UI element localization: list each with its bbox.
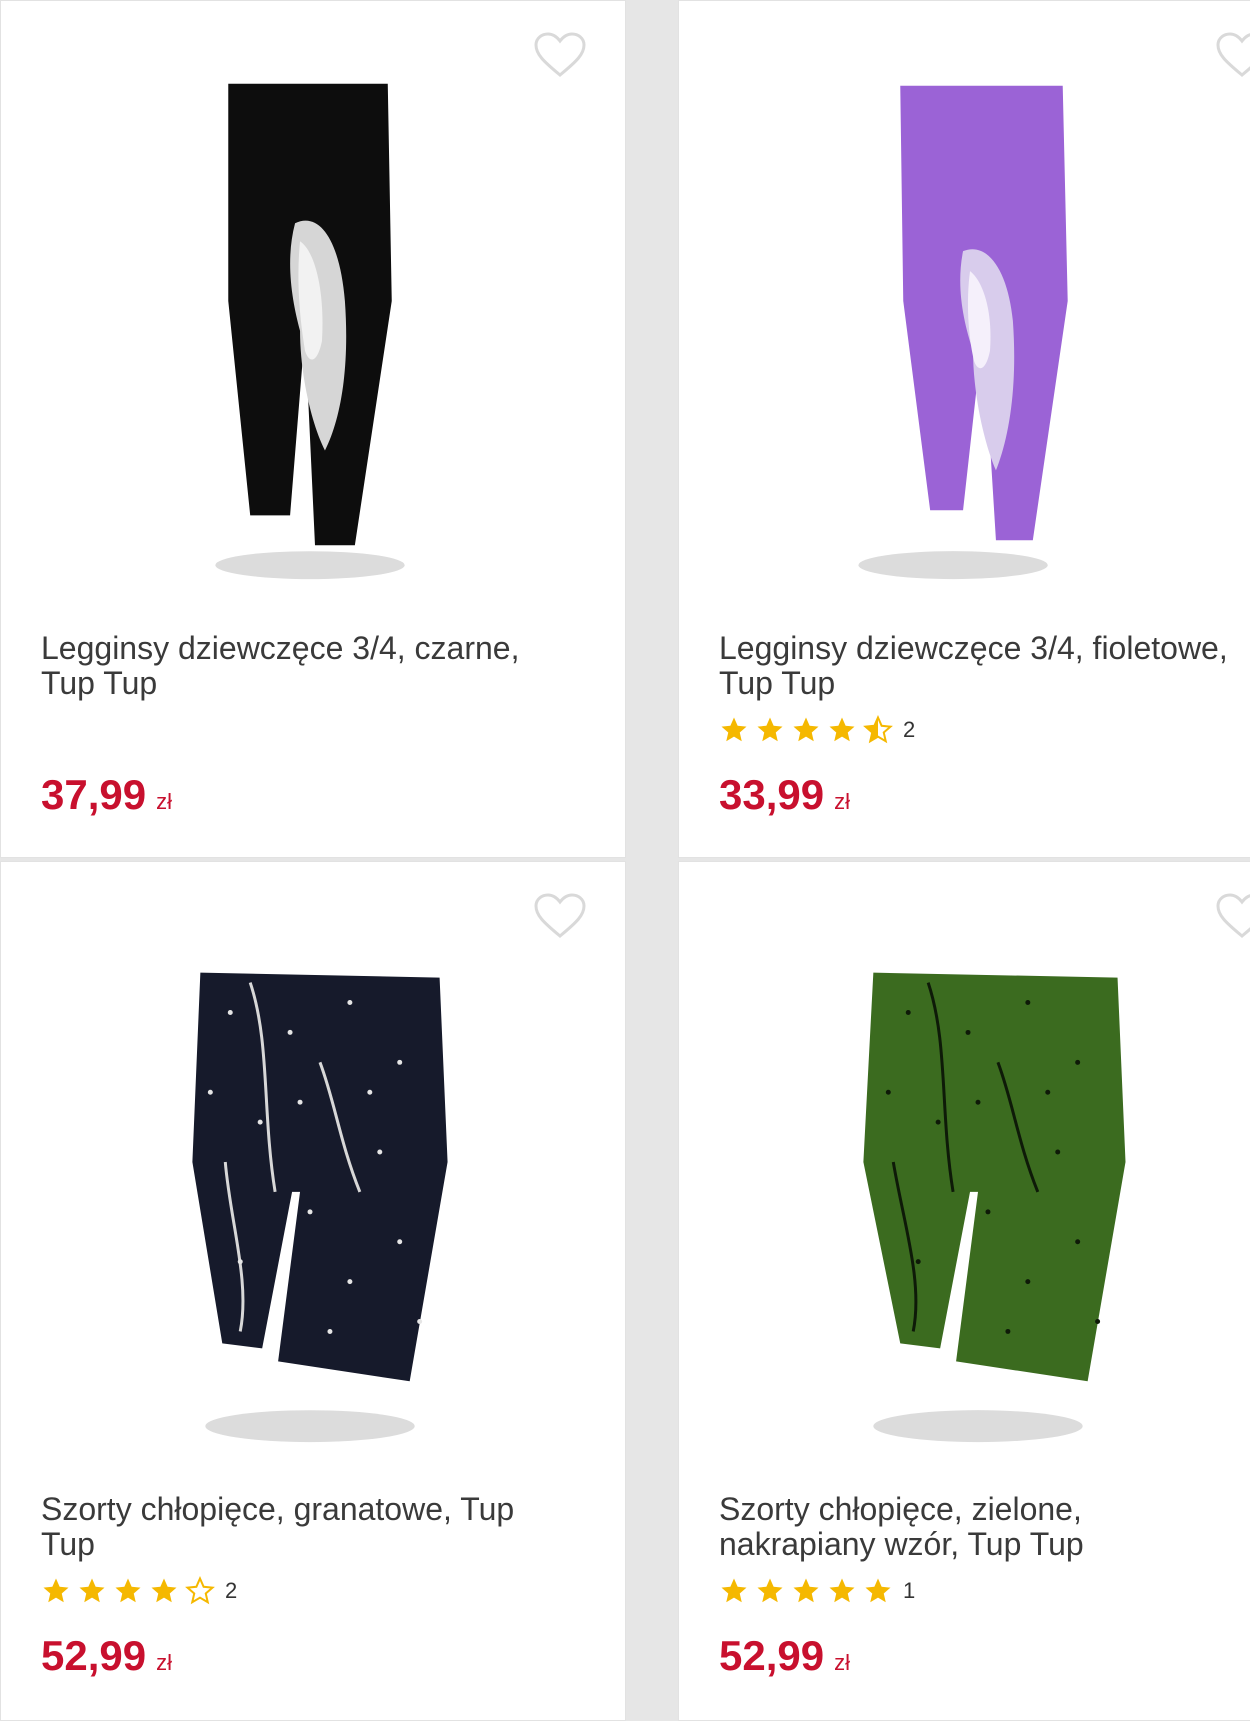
price-currency: zł: [834, 1650, 850, 1675]
product-title[interactable]: Legginsy dziewczęce 3/4, fioletowe, Tup …: [719, 631, 1239, 701]
star-full-icon: [757, 1578, 783, 1603]
product-image[interactable]: [679, 1, 1250, 601]
price-currency: zł: [834, 789, 850, 814]
product-image[interactable]: [1, 1, 625, 601]
price-value: 52,99: [41, 1632, 147, 1679]
product-price: 52,99 zł: [719, 1632, 850, 1687]
product-title[interactable]: Legginsy dziewczęce 3/4, czarne, Tup Tup: [41, 631, 561, 701]
product-title[interactable]: Szorty chłopięce, zielone, nakrapiany wz…: [719, 1492, 1239, 1562]
rating-count: 2: [903, 717, 916, 742]
product-rating: 1: [719, 1574, 915, 1608]
price-currency: zł: [156, 1650, 172, 1675]
product-image[interactable]: [1, 862, 625, 1462]
star-full-icon: [79, 1578, 105, 1603]
price-currency: zł: [156, 789, 172, 814]
star-full-icon: [721, 717, 747, 742]
price-value: 37,99: [41, 771, 147, 818]
star-half-icon: [863, 715, 893, 744]
product-rating: 2: [719, 713, 915, 747]
price-value: 33,99: [719, 771, 825, 818]
star-full-icon: [829, 717, 855, 742]
price-value: 52,99: [719, 1632, 825, 1679]
product-card[interactable]: Szorty chłopięce, granatowe, Tup Tup 2 5…: [0, 861, 626, 1721]
star-full-icon: [115, 1578, 141, 1603]
star-full-icon: [793, 1578, 819, 1603]
product-price: 33,99 zł: [719, 771, 850, 826]
product-card[interactable]: Legginsy dziewczęce 3/4, fioletowe, Tup …: [678, 0, 1250, 858]
star-full-icon: [829, 1578, 855, 1603]
product-card[interactable]: Szorty chłopięce, zielone, nakrapiany wz…: [678, 861, 1250, 1721]
star-full-icon: [757, 717, 783, 742]
star-full-icon: [151, 1578, 177, 1603]
product-price: 37,99 zł: [41, 771, 172, 826]
star-full-icon: [43, 1578, 69, 1603]
product-image[interactable]: [679, 862, 1250, 1462]
product-price: 52,99 zł: [41, 1632, 172, 1687]
star-full-icon: [793, 717, 819, 742]
product-rating: 2: [41, 1574, 237, 1608]
star-full-icon: [865, 1578, 891, 1603]
star-empty-icon: [185, 1576, 215, 1605]
product-title[interactable]: Szorty chłopięce, granatowe, Tup Tup: [41, 1492, 561, 1562]
product-card[interactable]: Legginsy dziewczęce 3/4, czarne, Tup Tup…: [0, 0, 626, 858]
rating-count: 1: [903, 1578, 916, 1603]
star-full-icon: [721, 1578, 747, 1603]
rating-count: 2: [225, 1578, 238, 1603]
